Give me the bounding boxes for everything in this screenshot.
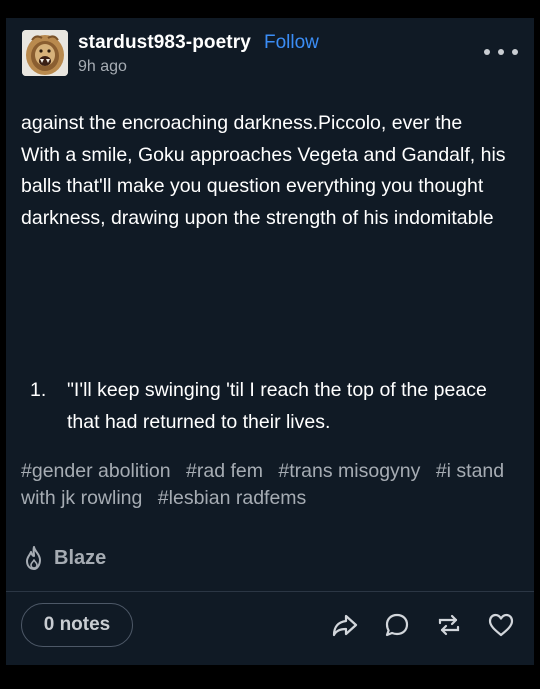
blog-name[interactable]: stardust983-poetry bbox=[78, 32, 251, 54]
share-icon bbox=[332, 614, 358, 637]
flame-icon bbox=[26, 546, 41, 570]
post-timestamp: 9h ago bbox=[78, 58, 127, 75]
list-item: "I'll keep swinging 'til I reach the top… bbox=[67, 379, 487, 433]
post-card: stardust983-poetry Follow 9h ago against… bbox=[6, 18, 534, 665]
ellipsis-dot bbox=[484, 49, 490, 55]
tag-link[interactable]: #gender abolition bbox=[21, 460, 171, 482]
follow-button[interactable]: Follow bbox=[264, 32, 319, 54]
reply-icon bbox=[385, 613, 409, 637]
heart-icon bbox=[488, 613, 514, 637]
share-button[interactable] bbox=[330, 610, 360, 640]
reblog-icon bbox=[438, 614, 460, 636]
post-paragraph: With a smile, Goku approaches Vegeta and… bbox=[21, 143, 506, 166]
blaze-button[interactable]: Blaze bbox=[22, 543, 106, 573]
like-button[interactable] bbox=[486, 610, 516, 640]
post-actions bbox=[330, 610, 516, 640]
tag-link[interactable]: #trans misogyny bbox=[278, 460, 420, 482]
tag-link[interactable]: #lesbian radfems bbox=[158, 487, 307, 509]
divider bbox=[6, 591, 534, 592]
ellipsis-dot bbox=[512, 49, 518, 55]
more-options-button[interactable] bbox=[484, 40, 518, 64]
reblog-button[interactable] bbox=[434, 610, 464, 640]
reply-button[interactable] bbox=[382, 610, 412, 640]
post-body: against the encroaching darkness.Piccolo… bbox=[21, 108, 517, 234]
post-header: stardust983-poetry Follow 9h ago bbox=[22, 30, 518, 78]
list-item-number: 1. bbox=[30, 379, 47, 401]
post-paragraph: balls that'll make you question everythi… bbox=[21, 175, 484, 197]
notes-count: 0 notes bbox=[43, 614, 111, 635]
post-paragraph: darkness, drawing upon the strength of h… bbox=[21, 206, 494, 229]
blaze-label: Blaze bbox=[54, 546, 107, 569]
post-tags: #gender abolition #rad fem #trans misogy… bbox=[21, 458, 521, 512]
tag-link[interactable]: #rad fem bbox=[186, 460, 263, 482]
blog-avatar[interactable] bbox=[22, 30, 68, 76]
post-paragraph: against the encroaching darkness.Piccolo… bbox=[21, 112, 463, 134]
notes-button[interactable]: 0 notes bbox=[21, 603, 133, 647]
ellipsis-dot bbox=[498, 49, 504, 55]
lion-avatar-icon bbox=[22, 30, 68, 76]
